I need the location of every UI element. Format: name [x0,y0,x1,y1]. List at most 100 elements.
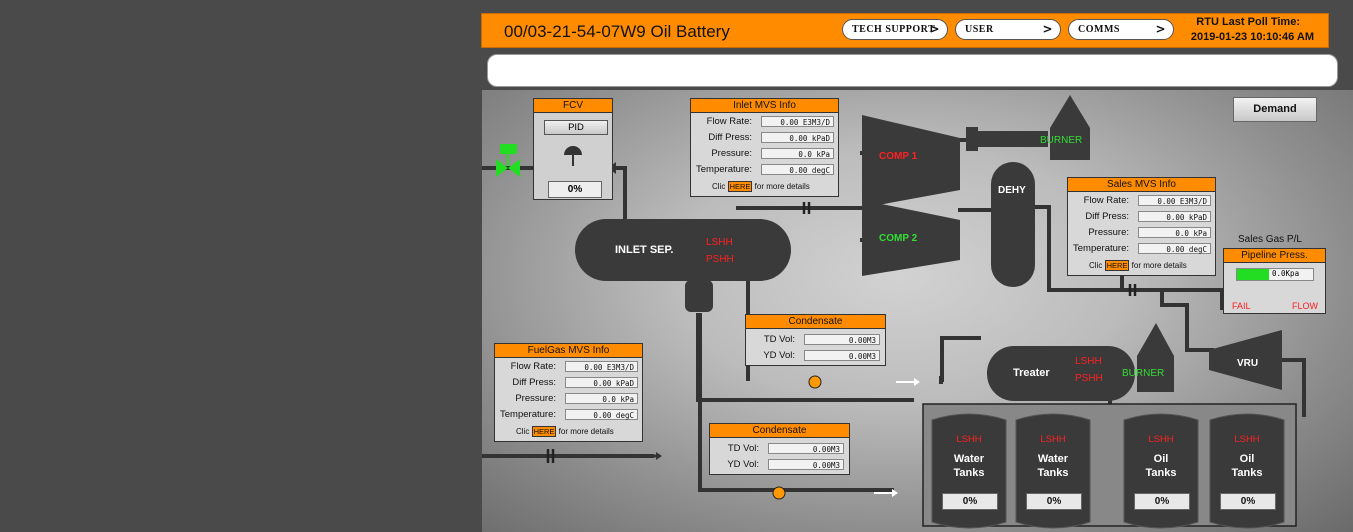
condensate-upper-yd-label: YD Vol: [763,350,795,361]
condensate-lower-td-value: 0.00M3 [768,443,844,454]
fuelgas-here-link[interactable]: HERE [531,426,557,437]
sales-temp-value: 0.00 degC [1138,243,1211,254]
sales-flow-value: 0.00 E3M3/D [1138,195,1211,206]
more-prefix: Clic [516,427,530,436]
sales-diff-label: Diff Press: [1085,211,1129,222]
pipeline-value: 0.0Kpa [1272,269,1300,278]
tank-1-alarm: LSHH [956,434,982,445]
fuelgas-pressure-value: 0.0 kPa [565,393,638,404]
tank-4-value: 0% [1220,493,1276,510]
more-prefix: Clic [1089,261,1103,270]
inlet-sep-label: INLET SEP. [615,244,674,256]
message-bar [487,54,1338,87]
tank-3-line1: Oil [1153,453,1169,465]
tank-1-line1: Water [953,453,985,465]
more-suffix: for more details [754,182,810,191]
demand-button[interactable]: Demand [1233,97,1317,122]
treater-lshh-label: LSHH [1075,356,1102,367]
comms-label: COMMS [1078,24,1120,35]
inlet-diff-label: Diff Press: [708,132,752,143]
sales-pressure-label: Pressure: [1088,227,1129,238]
sales-here-link[interactable]: HERE [1104,260,1130,271]
comms-button[interactable]: COMMS > [1068,19,1174,40]
poll-time-label: RTU Last Poll Time: [1196,16,1300,28]
inlet-more-details: Clic HERE for more details [712,181,810,192]
fuelgas-temp-label: Temperature: [500,409,556,420]
sales-mvs-panel: Sales MVS Info Flow Rate: 0.00 E3M3/D Di… [1067,177,1216,276]
user-label: USER [965,24,994,35]
tank-2[interactable]: LSHH Water Tanks 0% [1016,416,1090,526]
tank-1-value: 0% [942,493,998,510]
burner-upper-label: BURNER [1040,135,1083,146]
inlet-here-link[interactable]: HERE [727,181,753,192]
tank-3-line2: Tanks [1145,467,1177,479]
pipeline-title: Pipeline Press. [1224,249,1325,263]
fuelgas-flow-value: 0.00 E3M3/D [565,361,638,372]
inlet-lshh-label: LSHH [706,237,733,248]
inlet-flow-value: 0.00 E3M3/D [761,116,834,127]
header-bar: 00/03-21-54-07W9 Oil Battery TECH SUPPOR… [481,13,1329,48]
tech-support-button[interactable]: TECH SUPPORT > [842,19,948,40]
treater-label: Treater [1013,367,1050,379]
condensate-lower-title: Condensate [710,424,849,438]
tank-4[interactable]: LSHH Oil Tanks 0% [1210,416,1284,526]
fuelgas-more-details: Clic HERE for more details [516,426,614,437]
inlet-temp-label: Temperature: [696,164,752,175]
condensate-upper-yd-value: 0.00M3 [804,350,880,361]
condensate-lower-yd-label: YD Vol: [727,459,759,470]
condensate-lower-panel: Condensate TD Vol: 0.00M3 YD Vol: 0.00M3 [709,423,850,475]
more-suffix: for more details [558,427,614,436]
condensate-upper-td-label: TD Vol: [763,334,795,345]
tank-2-line1: Water [1037,453,1069,465]
tank-4-line2: Tanks [1231,467,1263,479]
page-title: 00/03-21-54-07W9 Oil Battery [504,22,730,41]
pipeline-bar-fill [1237,269,1269,280]
more-suffix: for more details [1131,261,1187,270]
inlet-pshh-label: PSHH [706,254,734,265]
fcv-panel: FCV PID 0% [533,98,613,200]
tank-3[interactable]: LSHH Oil Tanks 0% [1124,416,1198,526]
pipeline-fail-label: FAIL [1232,301,1251,311]
treater-pshh-label: PSHH [1075,373,1103,384]
inlet-pressure-label: Pressure: [711,148,752,159]
condensate-upper-panel: Condensate TD Vol: 0.00M3 YD Vol: 0.00M3 [745,314,886,366]
fcv-title: FCV [534,99,612,113]
user-button[interactable]: USER > [955,19,1061,40]
chevron-right-icon: > [929,22,940,36]
chevron-right-icon: > [1042,22,1053,36]
sales-gas-caption: Sales Gas P/L [1238,234,1302,245]
tank-4-alarm: LSHH [1234,434,1260,445]
inlet-diff-value: 0.00 kPaD [761,132,834,143]
sales-mvs-title: Sales MVS Info [1068,178,1215,192]
fuelgas-mvs-title: FuelGas MVS Info [495,344,642,358]
inlet-mvs-panel: Inlet MVS Info Flow Rate: 0.00 E3M3/D Di… [690,98,839,197]
vru-label: VRU [1237,358,1259,369]
tank-3-alarm: LSHH [1148,434,1174,445]
inlet-pressure-value: 0.0 kPa [761,148,834,159]
poll-time-value: 2019-01-23 10:10:46 AM [1190,31,1314,43]
valve-stem-icon [572,154,574,166]
comp1-label: COMP 1 [879,151,918,162]
pipeline-panel: Pipeline Press. 0.0Kpa FAIL FLOW [1223,248,1326,314]
dehy-label: DEHY [998,185,1026,196]
tank-2-line2: Tanks [1037,467,1069,479]
sales-flow-label: Flow Rate: [1083,195,1129,206]
inlet-temp-value: 0.00 degC [761,164,834,175]
condensate-lower-yd-value: 0.00M3 [768,459,844,470]
tank-1[interactable]: LSHH Water Tanks 0% [932,416,1006,526]
fuelgas-temp-value: 0.00 degC [565,409,638,420]
fuelgas-diff-label: Diff Press: [512,377,556,388]
pid-button[interactable]: PID [544,120,608,135]
comp2-label: COMP 2 [879,233,918,244]
tank-4-line1: Oil [1239,453,1255,465]
inlet-flow-label: Flow Rate: [706,116,752,127]
fuelgas-flow-label: Flow Rate: [510,361,556,372]
sales-pressure-value: 0.0 kPa [1138,227,1211,238]
tank-2-value: 0% [1026,493,1082,510]
pipeline-flow-label: FLOW [1292,301,1318,311]
tank-1-line2: Tanks [953,467,985,479]
fuelgas-pressure-label: Pressure: [515,393,556,404]
condensate-upper-td-value: 0.00M3 [804,334,880,345]
burner-lower-label: BURNER [1122,368,1165,379]
sales-diff-value: 0.00 kPaD [1138,211,1211,222]
